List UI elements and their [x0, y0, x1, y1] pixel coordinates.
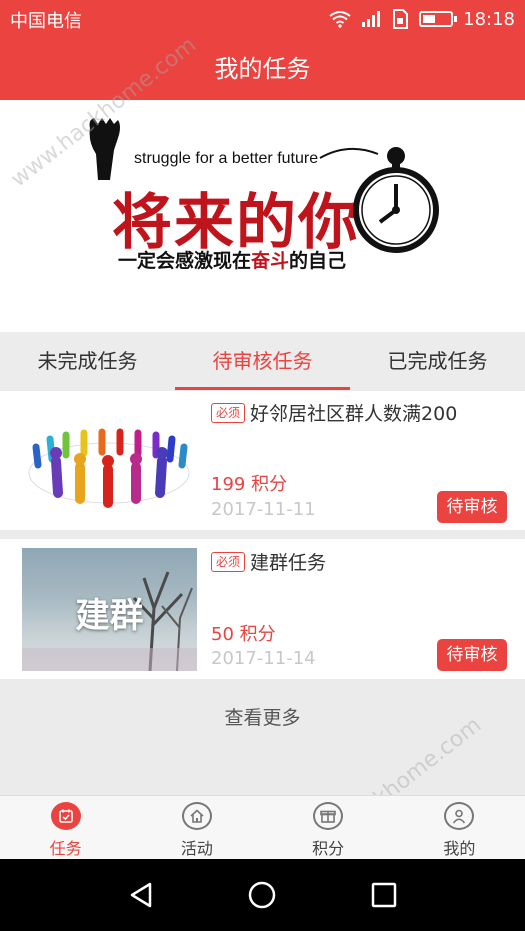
bottom-nav: 任务 活动 积分 我的	[0, 795, 525, 859]
page-title: 我的任务	[0, 38, 525, 100]
task-title-row: 必须 建群任务	[211, 548, 326, 575]
banner-subtitle: 一定会感激现在奋斗的自己	[118, 246, 346, 273]
banner-slogan: struggle for a better future	[134, 150, 319, 167]
nav-points[interactable]: 积分	[263, 796, 394, 859]
thumbnail-caption: 建群	[75, 596, 144, 636]
banner-subtitle-highlight: 奋斗	[251, 250, 290, 272]
points-icon	[313, 802, 344, 830]
task-thumbnail: 建群	[22, 548, 197, 671]
required-tag: 必须	[211, 402, 246, 423]
task-tabs: 未完成任务 待审核任务 已完成任务	[0, 332, 525, 390]
pending-review-button[interactable]: 待审核	[437, 491, 507, 523]
task-points: 199 积分	[211, 474, 288, 495]
people-circle-image	[28, 428, 190, 508]
task-title: 好邻居社区群人数满200	[250, 403, 458, 425]
clock: 18:18	[463, 8, 515, 30]
status-icons: 18:18	[329, 7, 515, 31]
recents-button[interactable]	[364, 875, 404, 915]
back-triangle-icon	[130, 882, 152, 908]
load-more-button[interactable]: 查看更多	[0, 690, 525, 746]
nav-activities[interactable]: 活动	[131, 796, 262, 859]
task-title: 建群任务	[250, 552, 327, 574]
profile-icon	[444, 802, 475, 830]
tab-pending-review[interactable]: 待审核任务	[175, 332, 350, 390]
nav-label: 我的	[443, 839, 476, 858]
back-button[interactable]	[121, 875, 161, 915]
task-points: 50 积分	[211, 624, 276, 645]
home-circle-icon	[249, 881, 276, 909]
nav-profile[interactable]: 我的	[394, 796, 525, 859]
pending-review-button[interactable]: 待审核	[437, 639, 507, 671]
stopwatch-icon	[319, 147, 439, 253]
system-nav-bar	[0, 859, 525, 931]
task-date: 2017-11-11	[211, 499, 316, 520]
tab-completed[interactable]: 已完成任务	[350, 332, 525, 390]
task-thumbnail	[22, 399, 197, 522]
tab-incomplete[interactable]: 未完成任务	[0, 332, 175, 390]
home-icon	[181, 802, 212, 830]
home-button[interactable]	[242, 875, 282, 915]
nav-label: 积分	[312, 839, 345, 858]
required-tag: 必须	[211, 551, 246, 572]
recents-square-icon	[371, 882, 397, 908]
wifi-icon	[329, 11, 351, 28]
nav-label: 活动	[180, 839, 213, 858]
nav-label: 任务	[49, 839, 82, 858]
banner[interactable]: struggle for a better future 将来的你 一定会感激现…	[0, 100, 525, 332]
task-card[interactable]: 必须 好邻居社区群人数满200 199 积分 2017-11-11 待审核	[0, 391, 525, 530]
task-title-row: 必须 好邻居社区群人数满200	[211, 399, 457, 426]
banner-subtitle-pre: 一定会感激现在	[118, 250, 252, 272]
carrier-name: 中国电信	[10, 11, 82, 32]
signal-icon	[362, 11, 381, 27]
task-date: 2017-11-14	[211, 648, 316, 669]
battery-icon	[419, 11, 458, 27]
status-bar: 中国电信 18:18	[0, 0, 525, 38]
task-card[interactable]: 建群 必须 建群任务 50 积分 2017-11-14 待审核	[0, 539, 525, 679]
task-icon	[50, 802, 81, 830]
sim-icon	[393, 9, 409, 29]
nav-tasks[interactable]: 任务	[0, 796, 131, 859]
